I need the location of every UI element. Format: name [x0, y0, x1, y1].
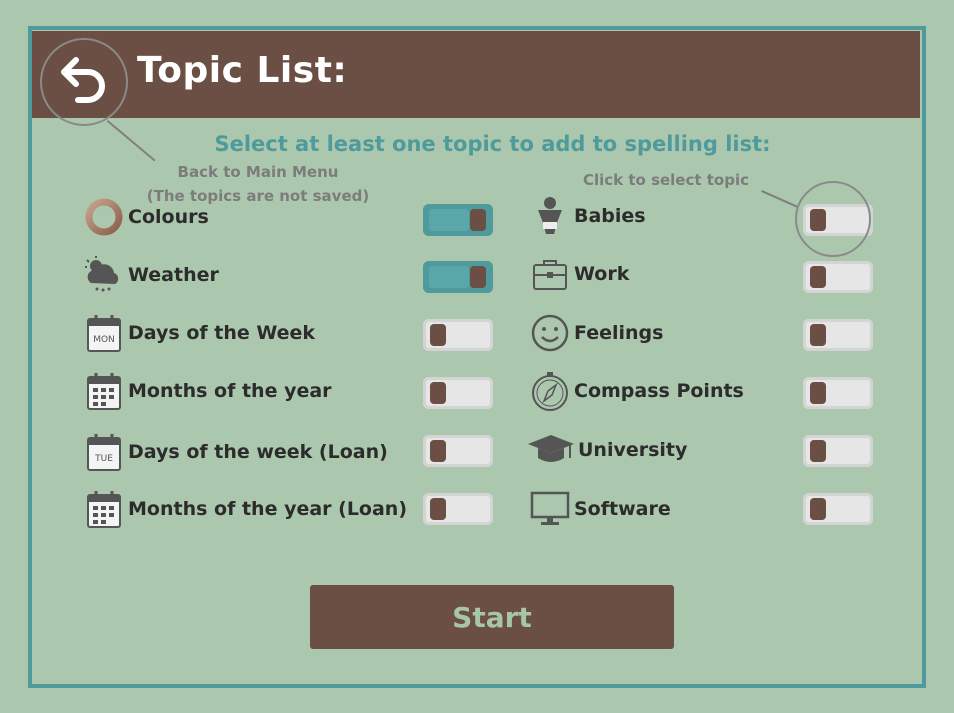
topic-label: University	[578, 439, 688, 461]
toggle-knob	[810, 266, 826, 288]
topic-row-months-of-the-year-loan: Months of the year (Loan)	[82, 489, 407, 529]
toggle-months-of-the-year[interactable]	[423, 377, 493, 409]
toggle-knob	[430, 498, 446, 520]
briefcase-icon	[528, 254, 572, 294]
topic-label: Days of the week (Loan)	[128, 441, 388, 463]
colour-ring-icon	[82, 197, 126, 237]
calendar-day-icon: MON	[82, 313, 126, 353]
topic-row-software: Software	[528, 489, 671, 529]
toggle-knob	[810, 498, 826, 520]
toggle-knob	[810, 382, 826, 404]
topic-label: Software	[574, 498, 671, 520]
toggle-days-of-the-week[interactable]	[423, 319, 493, 351]
select-hint: Click to select topic	[582, 171, 750, 189]
calendar-grid-icon	[82, 371, 126, 411]
toggle-days-of-the-week-loan[interactable]	[423, 435, 493, 467]
toggle-feelings[interactable]	[803, 319, 873, 351]
toggle-knob	[430, 440, 446, 462]
calendar-grid-icon	[82, 489, 126, 529]
back-arrow-icon	[61, 57, 105, 103]
topic-row-months-of-the-year: Months of the year	[82, 371, 332, 411]
topic-row-weather: Weather	[82, 255, 219, 295]
instruction-text: Select at least one topic to add to spel…	[214, 132, 771, 156]
toggle-knob	[810, 324, 826, 346]
toggle-compass-points[interactable]	[803, 377, 873, 409]
calendar-day-text: MON	[93, 335, 115, 345]
topic-label: Weather	[128, 264, 219, 286]
topic-label: Babies	[574, 205, 646, 227]
toggle-knob	[430, 382, 446, 404]
topic-label: Days of the Week	[128, 322, 316, 344]
toggle-weather[interactable]	[423, 261, 493, 293]
select-highlight-circle	[795, 181, 871, 257]
topic-row-compass-points: Compass Points	[528, 371, 744, 411]
toggle-colours[interactable]	[423, 204, 493, 236]
graduation-cap-icon	[526, 430, 576, 470]
toggle-months-of-the-year-loan[interactable]	[423, 493, 493, 525]
monitor-icon	[528, 489, 572, 529]
topic-label: Colours	[128, 206, 209, 228]
toggle-work[interactable]	[803, 261, 873, 293]
cloud-sun-rain-icon	[82, 255, 126, 295]
page-title: Topic List:	[137, 50, 348, 91]
topic-label: Months of the year (Loan)	[128, 498, 408, 520]
topic-label: Feelings	[574, 322, 664, 344]
topic-row-work: Work	[528, 254, 629, 294]
topic-row-days-of-the-week-loan: TUE Days of the week (Loan)	[82, 432, 388, 472]
back-button[interactable]	[40, 38, 128, 126]
calendar-day-text: TUE	[94, 454, 113, 464]
topic-label: Compass Points	[574, 380, 744, 402]
toggle-knob	[470, 266, 486, 288]
topic-row-babies: Babies	[528, 196, 646, 236]
topic-row-university: University	[526, 430, 687, 470]
topic-label: Work	[574, 263, 630, 285]
topic-label: Months of the year	[128, 380, 332, 402]
start-button[interactable]: Start	[310, 585, 674, 649]
toggle-knob	[430, 324, 446, 346]
toggle-software[interactable]	[803, 493, 873, 525]
toggle-knob	[810, 440, 826, 462]
topic-row-colours: Colours	[82, 197, 209, 237]
back-hint-line1: Back to Main Menu	[177, 163, 339, 181]
topic-row-feelings: Feelings	[528, 313, 663, 353]
calendar-day-icon: TUE	[82, 432, 126, 472]
topic-row-days-of-the-week: MON Days of the Week	[82, 313, 315, 353]
baby-icon	[528, 196, 572, 236]
toggle-knob	[470, 209, 486, 231]
compass-icon	[528, 371, 572, 411]
toggle-university[interactable]	[803, 435, 873, 467]
smiley-icon	[528, 313, 572, 353]
